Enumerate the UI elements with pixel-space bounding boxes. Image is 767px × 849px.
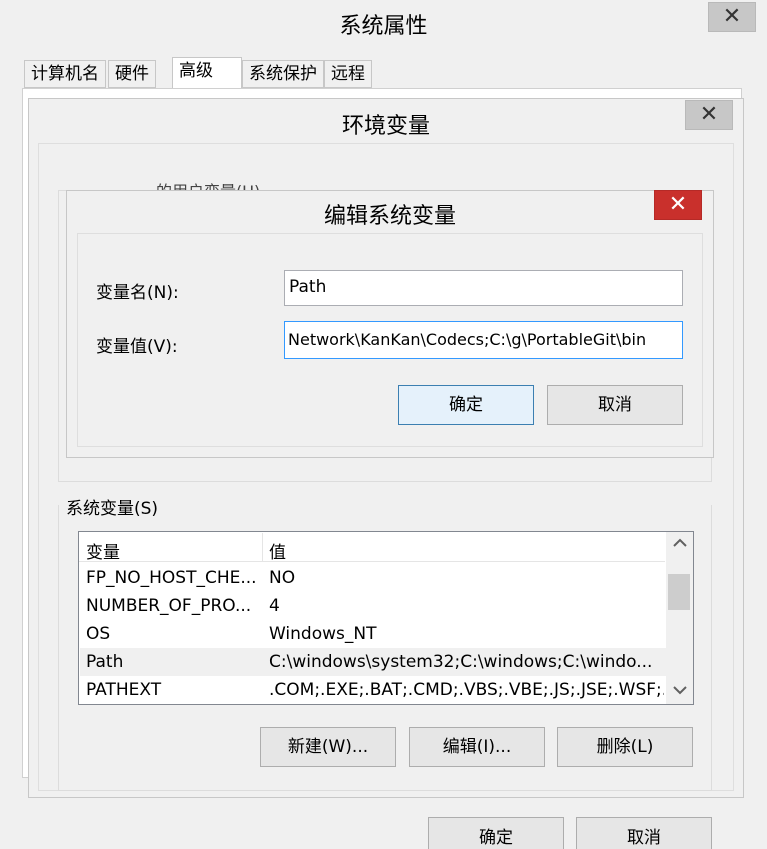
- list-item[interactable]: PATHEXT .COM;.EXE;.BAT;.CMD;.VBS;.VBE;.J…: [80, 676, 666, 704]
- delete-variable-button[interactable]: 删除(L): [557, 727, 693, 767]
- system-properties-close-button[interactable]: ✕: [708, 2, 756, 32]
- variable-name: NUMBER_OF_PRO...: [86, 596, 252, 616]
- variable-value-label: 变量值(V):: [96, 337, 178, 357]
- variable-name: FP_NO_HOST_CHE...: [86, 568, 257, 588]
- variable-value: NO: [269, 568, 296, 588]
- variable-value: 4: [269, 596, 280, 616]
- scroll-thumb[interactable]: [668, 574, 690, 610]
- scroll-down-arrow-icon[interactable]: [666, 680, 693, 704]
- list-item[interactable]: NUMBER_OF_PRO... 4: [80, 592, 666, 620]
- variable-name: OS: [86, 624, 111, 644]
- variable-name: PATHEXT: [86, 680, 162, 700]
- system-properties-ok-button[interactable]: 确定: [428, 817, 564, 849]
- edit-system-variable-title: 编辑系统变量: [323, 204, 456, 229]
- edit-dialog-ok-button[interactable]: 确定: [398, 385, 534, 425]
- list-header: [79, 532, 665, 562]
- tab-computer-name[interactable]: 计算机名: [24, 60, 106, 88]
- column-header-value[interactable]: 值: [269, 538, 286, 563]
- new-variable-button[interactable]: 新建(W)...: [260, 727, 396, 767]
- edit-dialog-cancel-button[interactable]: 取消: [547, 385, 683, 425]
- tab-hardware[interactable]: 硬件: [108, 60, 156, 88]
- variable-name: Path: [86, 652, 124, 672]
- variable-name-input[interactable]: Path: [284, 270, 683, 306]
- scroll-up-arrow-icon[interactable]: [666, 536, 693, 560]
- close-icon: ✕: [722, 4, 742, 29]
- list-item[interactable]: FP_NO_HOST_CHE... NO: [80, 564, 666, 592]
- variable-value: .COM;.EXE;.BAT;.CMD;.VBS;.VBE;.JS;.JSE;.…: [269, 680, 664, 700]
- tab-advanced[interactable]: 高级: [172, 57, 242, 89]
- environment-variables-close-button[interactable]: ✕: [685, 100, 733, 130]
- edit-variable-button[interactable]: 编辑(I)...: [409, 727, 545, 767]
- list-item[interactable]: OS Windows_NT: [80, 620, 666, 648]
- list-item-selected[interactable]: Path C:\windows\system32;C:\windows;C:\w…: [80, 648, 666, 676]
- variable-value: Windows_NT: [269, 624, 377, 644]
- column-divider: [262, 533, 263, 561]
- variable-value-input[interactable]: Network\KanKan\Codecs;C:\g\PortableGit\b…: [284, 321, 683, 359]
- column-header-variable[interactable]: 变量: [86, 538, 120, 563]
- environment-variables-title: 环境变量: [341, 114, 430, 139]
- close-icon: ✕: [668, 192, 688, 217]
- tab-system-protection[interactable]: 系统保护: [242, 60, 324, 88]
- edit-dialog-close-button[interactable]: ✕: [654, 190, 702, 220]
- system-properties-title: 系统属性: [339, 14, 428, 39]
- tab-remote[interactable]: 远程: [324, 60, 372, 88]
- close-icon: ✕: [699, 102, 719, 127]
- system-properties-cancel-button[interactable]: 取消: [576, 817, 712, 849]
- variable-name-label: 变量名(N):: [96, 283, 179, 303]
- variable-value: C:\windows\system32;C:\windows;C:\windo.…: [269, 652, 653, 672]
